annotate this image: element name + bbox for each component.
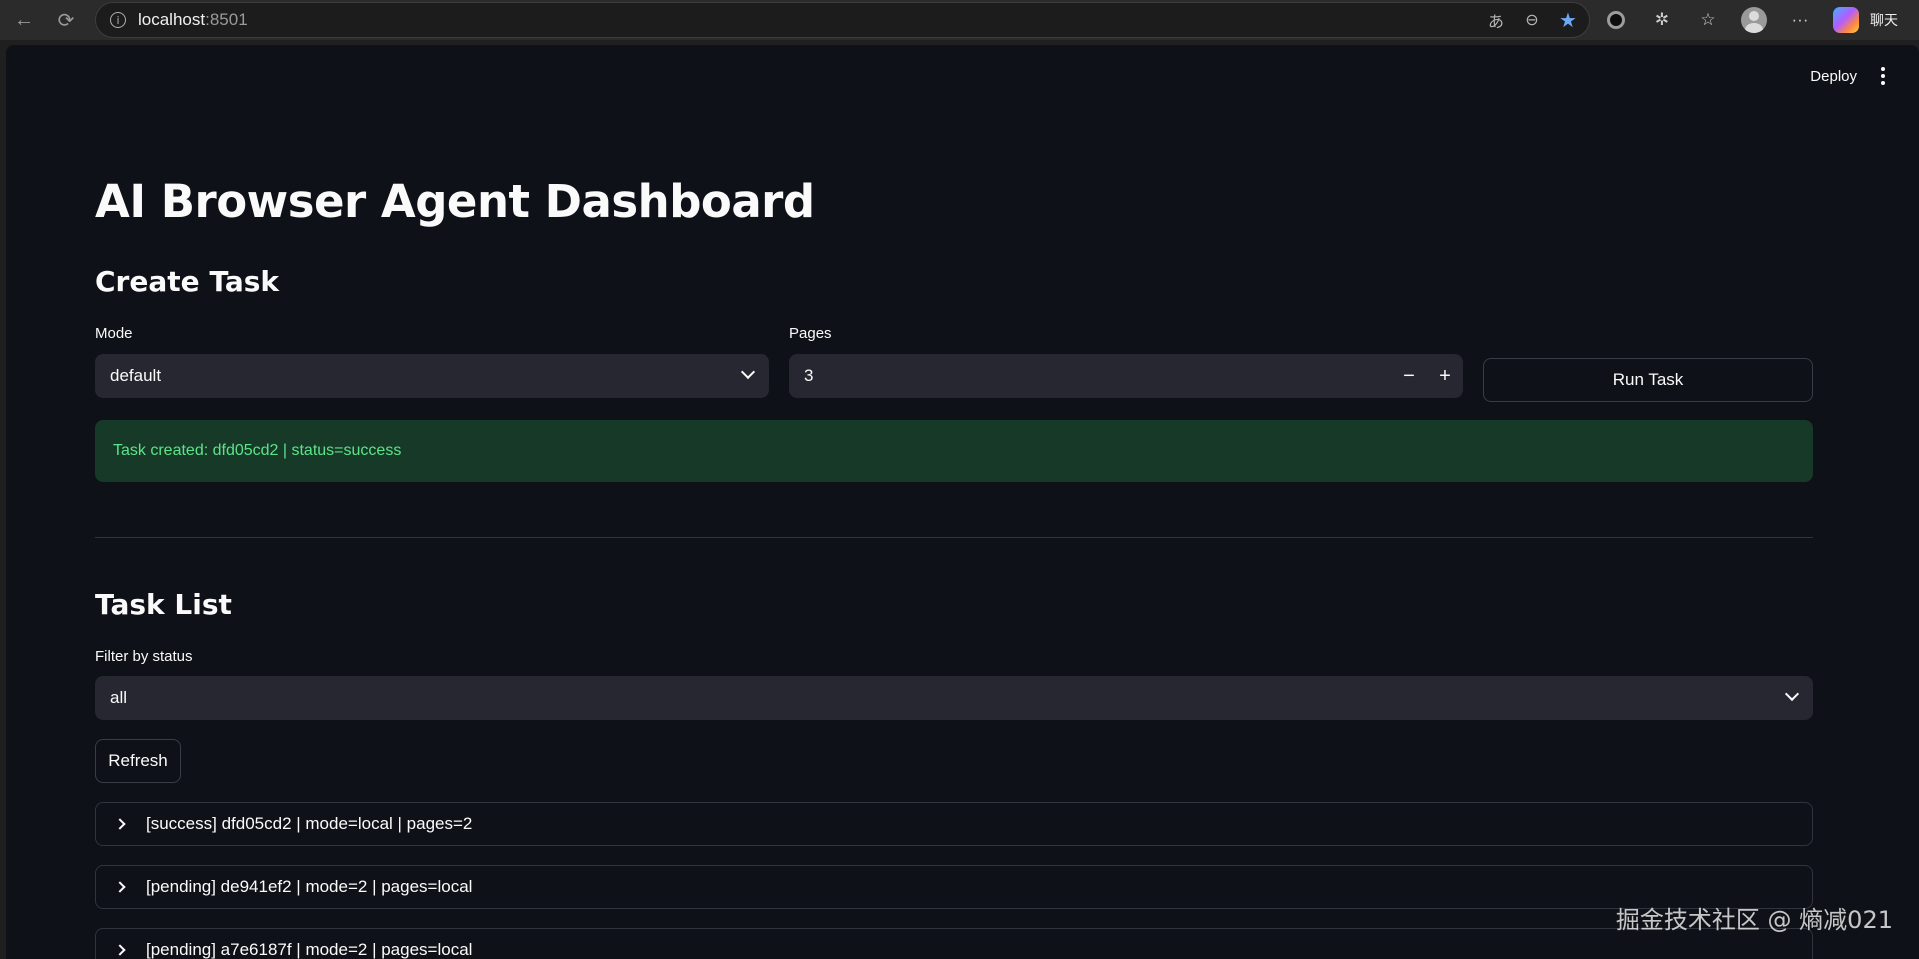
decrement-button[interactable]: − <box>1391 354 1427 398</box>
task-expander-label: [pending] de941ef2 | mode=2 | pages=loca… <box>146 877 473 896</box>
extensions-puzzle-icon[interactable]: ✲ <box>1646 4 1678 36</box>
create-task-heading: Create Task <box>95 265 280 298</box>
translate-icon[interactable]: あ <box>1485 9 1507 31</box>
task-expander[interactable]: [success] dfd05cd2 | mode=local | pages=… <box>95 802 1813 846</box>
refresh-button[interactable]: Refresh <box>95 739 181 783</box>
section-divider <box>95 537 1813 538</box>
copilot-icon[interactable] <box>1830 4 1862 36</box>
filter-label: Filter by status <box>95 648 193 665</box>
deploy-button[interactable]: Deploy <box>1810 68 1857 85</box>
reload-icon[interactable]: ⟳ <box>48 2 84 38</box>
watermark: 掘金技术社区 @ 熵减021 <box>1615 906 1893 934</box>
zoom-out-icon[interactable]: ⊖ <box>1521 9 1543 31</box>
task-expander[interactable]: [pending] a7e6187f | mode=2 | pages=loca… <box>95 928 1813 959</box>
extension-circle-icon[interactable] <box>1600 4 1632 36</box>
page-title: AI Browser Agent Dashboard <box>95 175 815 228</box>
chevron-down-icon <box>1784 686 1800 702</box>
main-menu-icon[interactable] <box>1881 67 1885 85</box>
task-expander[interactable]: [pending] de941ef2 | mode=2 | pages=loca… <box>95 865 1813 909</box>
status-filter-value: all <box>110 688 128 707</box>
success-alert: Task created: dfd05cd2 | status=success <box>95 420 1813 482</box>
more-menu-icon[interactable]: ··· <box>1784 4 1816 36</box>
url-host: localhost <box>138 10 206 29</box>
pages-value[interactable]: 3 <box>804 366 813 386</box>
task-list-heading: Task List <box>95 588 232 621</box>
chevron-right-icon <box>114 818 126 830</box>
chevron-right-icon <box>114 881 126 893</box>
run-task-button[interactable]: Run Task <box>1483 358 1813 402</box>
pages-number-input[interactable]: 3 − + <box>789 354 1463 398</box>
success-alert-text: Task created: dfd05cd2 | status=success <box>113 442 402 459</box>
url-port: :8501 <box>205 10 248 29</box>
address-bar[interactable]: i localhost:8501 あ ⊖ ★ <box>95 2 1590 38</box>
chevron-down-icon <box>740 364 756 380</box>
mode-select[interactable]: default <box>95 354 769 398</box>
task-expander-label: [success] dfd05cd2 | mode=local | pages=… <box>146 814 473 833</box>
increment-button[interactable]: + <box>1427 354 1463 398</box>
chat-label[interactable]: 聊天 <box>1870 10 1898 30</box>
task-expander-label: [pending] a7e6187f | mode=2 | pages=loca… <box>146 940 473 959</box>
pages-label: Pages <box>789 325 832 342</box>
profile-avatar-icon[interactable] <box>1738 4 1770 36</box>
mode-select-value: default <box>110 366 162 385</box>
chevron-right-icon <box>114 944 126 956</box>
browser-toolbar: ← ⟳ i localhost:8501 あ ⊖ ★ ✲ ☆ ··· 聊天 <box>0 0 1919 40</box>
back-icon[interactable]: ← <box>6 2 42 38</box>
status-filter-select[interactable]: all <box>95 676 1813 720</box>
app-frame: Deploy AI Browser Agent Dashboard Create… <box>6 45 1919 959</box>
mode-label: Mode <box>95 325 133 342</box>
favorites-icon[interactable]: ☆ <box>1692 4 1724 36</box>
app-header: Deploy <box>1810 67 1885 85</box>
site-info-icon[interactable]: i <box>110 12 126 28</box>
favorite-star-icon[interactable]: ★ <box>1557 9 1579 32</box>
